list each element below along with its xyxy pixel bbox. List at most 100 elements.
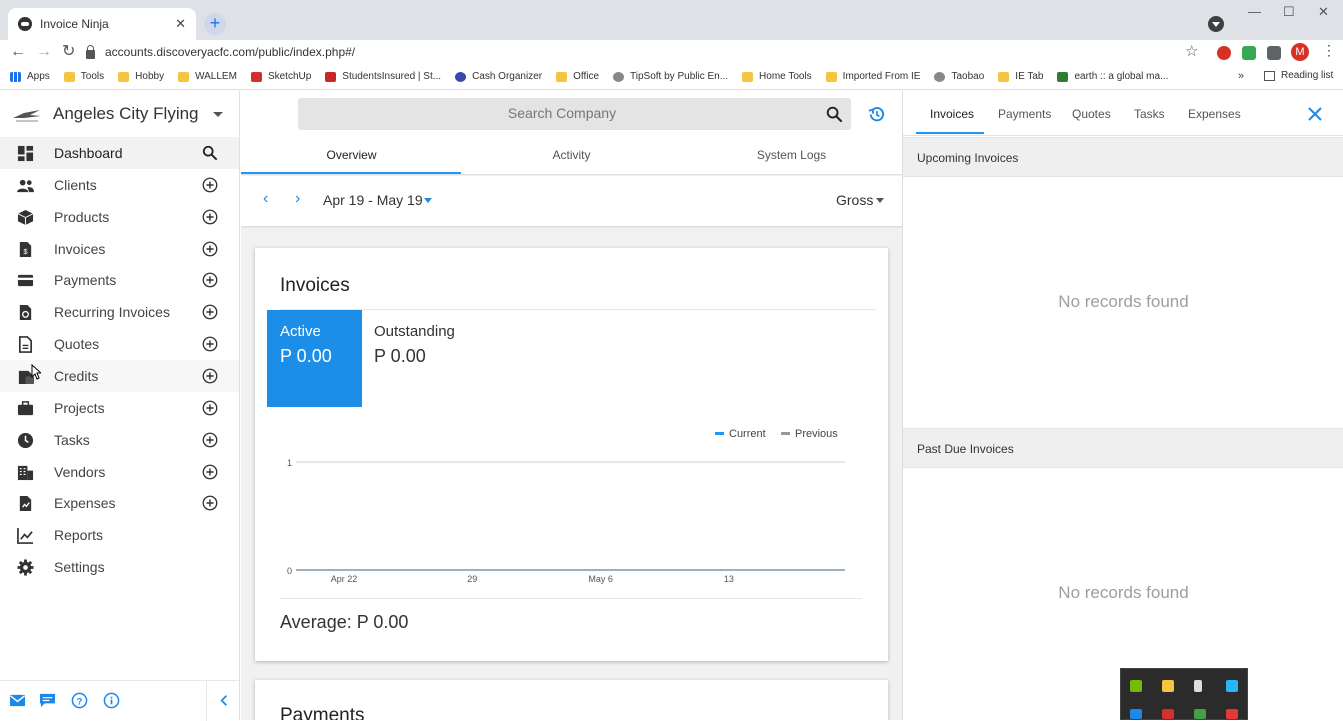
date-range-selector[interactable]: Apr 19 - May 19 [323,192,423,208]
help-icon[interactable]: ? [71,692,88,709]
add-credits-icon[interactable] [202,368,218,384]
bookmark-hobby[interactable]: Hobby [118,71,164,82]
bookmark-earth[interactable]: earth :: a global ma... [1057,71,1168,82]
tray-app-icon[interactable] [1130,709,1142,719]
add-payments-icon[interactable] [202,272,218,288]
rtab-invoices[interactable]: Invoices [930,107,974,121]
bookmark-studentsinsured[interactable]: StudentsInsured | St... [325,71,441,82]
add-clients-icon[interactable] [202,177,218,193]
sidebar-item-quotes[interactable]: Quotes [0,328,239,360]
active-value: P 0.00 [280,346,332,366]
rtab-tasks[interactable]: Tasks [1134,107,1165,121]
sidebar-item-dashboard[interactable]: Dashboard [0,137,239,169]
extension-green-icon[interactable] [1242,46,1256,60]
rtab-payments[interactable]: Payments [998,107,1051,121]
app-tray-icon[interactable] [1226,680,1238,692]
extension-lastpass-icon[interactable] [1217,46,1231,60]
bookmark-wallem[interactable]: WALLEM [178,71,237,82]
add-invoices-icon[interactable] [202,241,218,257]
forward-icon[interactable]: → [36,42,52,62]
search-company-input[interactable]: Search Company [298,98,851,130]
sidebar-item-settings[interactable]: Settings [0,551,239,583]
bookmark-home-tools[interactable]: Home Tools [742,71,812,82]
add-vendors-icon[interactable] [202,464,218,480]
chevron-down-icon[interactable] [424,198,432,203]
url-field[interactable]: accounts.discoveryacfc.com/public/index.… [86,41,1206,63]
mail-icon[interactable] [9,692,26,709]
chevron-down-icon[interactable] [876,198,884,203]
bookmark-taobao[interactable]: Taobao [934,71,984,82]
rtab-expenses[interactable]: Expenses [1188,107,1241,121]
sidebar-item-reports[interactable]: Reports [0,519,239,551]
bookmark-sketchup[interactable]: SketchUp [250,71,311,82]
maximize-icon[interactable]: ☐ [1283,4,1295,20]
previous-period-icon[interactable]: ‹ [263,190,268,208]
history-icon[interactable] [867,105,886,124]
collapse-sidebar-icon[interactable] [216,692,233,709]
new-tab-button[interactable]: + [204,13,226,35]
sidebar-item-label: Credits [54,367,99,384]
active-stat[interactable]: Active P 0.00 [267,310,362,407]
rtab-quotes[interactable]: Quotes [1072,107,1111,121]
reload-icon[interactable]: ↻ [62,42,75,62]
window-close-icon[interactable]: ✕ [1318,4,1329,20]
bookmarks-overflow-icon[interactable]: » [1238,70,1244,82]
tab-system-logs[interactable]: System Logs [681,148,902,162]
extensions-puzzle-icon[interactable] [1267,46,1281,60]
next-period-icon[interactable]: › [295,190,300,208]
company-name: Angeles City Flying [53,104,199,123]
bookmark-star-icon[interactable]: ☆ [1185,42,1198,60]
recurring-icon [19,305,32,321]
add-recurring-invoices-icon[interactable] [202,304,218,320]
sidebar-item-payments[interactable]: Payments [0,264,239,296]
sidebar-item-products[interactable]: Products [0,201,239,233]
usb-drive-icon[interactable] [1194,680,1202,692]
tab-close-icon[interactable]: ✕ [175,16,186,32]
browser-tab[interactable]: Invoice Ninja ✕ [8,8,196,40]
search-icon[interactable] [202,145,218,161]
chat-icon[interactable] [39,692,56,709]
sidebar-item-tasks[interactable]: Tasks [0,424,239,456]
nvidia-icon[interactable] [1130,680,1142,692]
add-quotes-icon[interactable] [202,336,218,352]
bookmark-tipsoft[interactable]: TipSoft by Public En... [613,71,728,82]
tab-overview[interactable]: Overview [241,148,462,162]
sidebar-item-projects[interactable]: Projects [0,392,239,424]
minimize-icon[interactable]: — [1248,4,1261,19]
add-projects-icon[interactable] [202,400,218,416]
bookmark-imported-from-ie[interactable]: Imported From IE [825,71,920,82]
security-shield-icon[interactable] [1162,680,1174,692]
sidebar-item-invoices[interactable]: $ Invoices [0,233,239,265]
tray-app-icon[interactable] [1226,709,1238,719]
sidebar-item-expenses[interactable]: Expenses [0,487,239,519]
tray-app-icon[interactable] [1162,709,1174,719]
search-icon[interactable] [826,106,843,123]
sidebar-item-label: Vendors [54,463,106,480]
folder-icon [556,71,568,82]
back-icon[interactable]: ← [10,42,26,62]
profile-avatar[interactable]: M [1291,43,1309,61]
sidebar-item-vendors[interactable]: Vendors [0,456,239,488]
tab-search-icon[interactable] [1208,16,1224,32]
close-icon[interactable] [1307,106,1323,122]
sidebar-item-clients[interactable]: Clients [0,169,239,201]
bookmark-apps[interactable]: Apps [10,71,50,82]
browser-menu-icon[interactable]: ⋮ [1322,42,1336,59]
x-tick-label: Apr 22 [331,574,358,584]
bookmark-office[interactable]: Office [556,71,599,82]
gross-selector[interactable]: Gross [836,192,873,208]
sidebar-item-recurring-invoices[interactable]: Recurring Invoices [0,296,239,328]
dashboard-tabs: Overview Activity System Logs [241,139,902,175]
add-products-icon[interactable] [202,209,218,225]
reading-list-button[interactable]: Reading list [1264,70,1333,81]
add-expenses-icon[interactable] [202,495,218,511]
bookmark-tools[interactable]: Tools [63,71,104,82]
add-tasks-icon[interactable] [202,432,218,448]
info-icon[interactable] [103,692,120,709]
bookmark-ie-tab[interactable]: IE Tab [998,71,1043,82]
wechat-icon[interactable] [1194,709,1206,719]
bookmark-cash-organizer[interactable]: Cash Organizer [455,71,542,82]
company-switcher[interactable]: Angeles City Flying [0,91,240,137]
tab-activity[interactable]: Activity [461,148,682,162]
sidebar-item-label: Recurring Invoices [54,304,170,321]
